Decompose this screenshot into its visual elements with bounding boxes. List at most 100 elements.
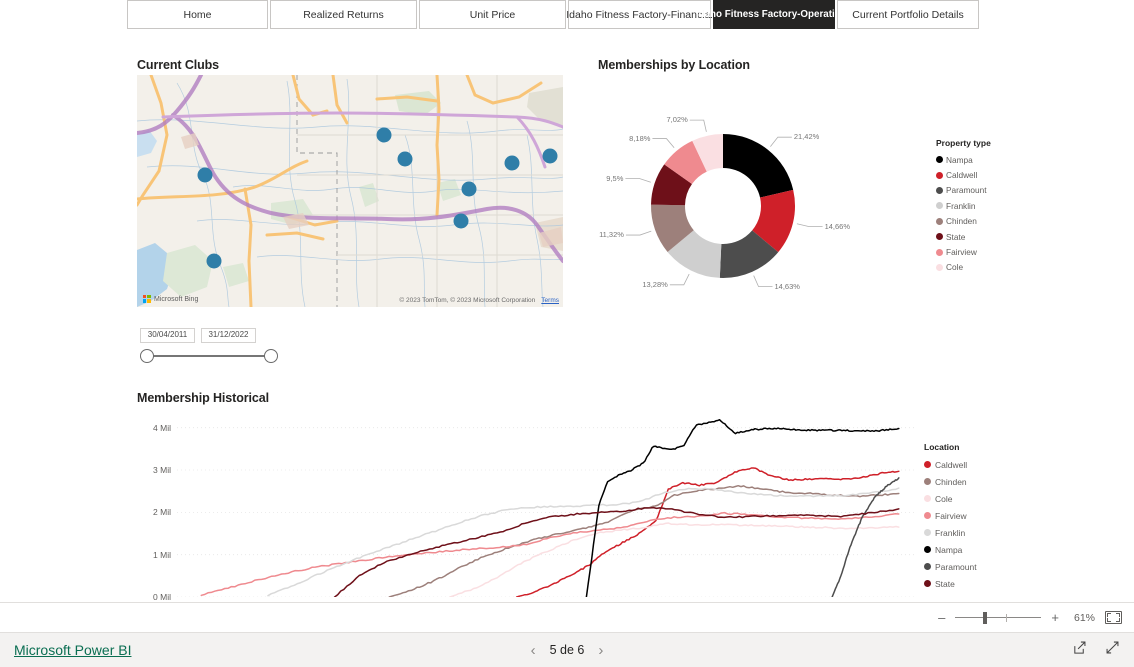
- map-marker[interactable]: [461, 181, 477, 197]
- legend-swatch-icon: [936, 202, 943, 210]
- y-axis-tick-label: 2 Mil: [153, 507, 171, 518]
- donut-leader-line: [625, 230, 652, 236]
- status-bar: – + 61%: [0, 602, 1134, 632]
- zoom-out-button[interactable]: –: [938, 611, 945, 624]
- line-legend-item[interactable]: Paramount: [924, 558, 977, 575]
- line-legend-title: Location: [924, 442, 960, 452]
- donut-legend-label: Franklin: [946, 200, 976, 211]
- share-icon[interactable]: [1072, 640, 1087, 660]
- legend-swatch-icon: [924, 495, 931, 502]
- footer-actions: [1072, 640, 1120, 660]
- donut-legend-item[interactable]: Cole: [936, 260, 991, 275]
- memberships-by-location-donut[interactable]: 21,42% 14,66% 14,63% 13,28% 11,32% 9,5% 8,18% 7…: [598, 108, 928, 308]
- donut-legend-label: Caldwell: [946, 170, 978, 181]
- donut-leader-line: [669, 273, 690, 286]
- legend-swatch-icon: [924, 563, 931, 570]
- map-attribution-text: © 2023 TomTom, © 2023 Microsoft Corporat…: [399, 297, 536, 304]
- donut-legend-item[interactable]: Nampa: [936, 152, 991, 167]
- map-terms-link[interactable]: Terms: [541, 297, 559, 304]
- line-legend-label: State: [935, 578, 955, 589]
- tab-home[interactable]: Home: [127, 0, 268, 29]
- donut-legend-item[interactable]: Chinden: [936, 214, 991, 229]
- map-marker[interactable]: [197, 167, 213, 183]
- legend-swatch-icon: [936, 233, 943, 241]
- donut-value-label: 14,63%: [774, 281, 800, 291]
- line-legend-label: Fairview: [935, 510, 967, 521]
- slicer-end-date[interactable]: 31/12/2022: [201, 328, 256, 343]
- report-canvas: Current Clubs Microsoft Bing © 2023 TomT…: [0, 30, 1134, 623]
- map-marker[interactable]: [542, 148, 558, 164]
- zoom-slider-thumb[interactable]: [983, 611, 988, 624]
- donut-legend-item[interactable]: Fairview: [936, 244, 991, 259]
- map-attribution: © 2023 TomTom, © 2023 Microsoft Corporat…: [399, 297, 559, 304]
- line-series[interactable]: [267, 487, 900, 597]
- tab-label: Unit Price: [469, 8, 516, 21]
- map-marker[interactable]: [376, 127, 392, 143]
- donut-legend-item[interactable]: Paramount: [936, 183, 991, 198]
- slicer-handle-start[interactable]: [140, 349, 154, 363]
- line-series[interactable]: [585, 418, 900, 597]
- slicer-start-date[interactable]: 30/04/2011: [140, 328, 195, 343]
- slicer-track[interactable]: [147, 355, 271, 357]
- bing-logo: Microsoft Bing: [143, 295, 198, 303]
- line-legend-item[interactable]: Fairview: [924, 507, 977, 524]
- tab-idaho-fitness-factory-financial[interactable]: Idaho Fitness Factory-Financial: [566, 0, 713, 29]
- donut-leader-line: [652, 138, 675, 149]
- donut-value-label: 14,66%: [824, 221, 850, 231]
- tab-realized-returns[interactable]: Realized Returns: [270, 0, 417, 29]
- donut-legend-item[interactable]: State: [936, 229, 991, 244]
- y-axis-tick-label: 4 Mil: [153, 422, 171, 433]
- tab-label: Current Portfolio Details: [852, 8, 964, 21]
- map-marker[interactable]: [453, 213, 469, 229]
- zoom-slider[interactable]: [955, 611, 1042, 625]
- donut-legend-label: State: [946, 231, 966, 242]
- tab-label: Home: [183, 8, 212, 21]
- donut-legend-label: Fairview: [946, 247, 977, 258]
- line-legend-item[interactable]: Caldwell: [924, 456, 977, 473]
- line-series[interactable]: [449, 522, 900, 597]
- line-legend-label: Cole: [935, 493, 953, 504]
- fullscreen-icon[interactable]: [1105, 640, 1120, 660]
- line-legend-item[interactable]: Nampa: [924, 541, 977, 558]
- line-visual-title: Membership Historical: [137, 391, 269, 405]
- donut-legend-item[interactable]: Franklin: [936, 198, 991, 213]
- previous-page-icon[interactable]: ‹: [531, 643, 536, 658]
- power-bi-brand-link[interactable]: Microsoft Power BI: [14, 642, 131, 658]
- next-page-icon[interactable]: ›: [598, 643, 603, 658]
- slicer-handle-end[interactable]: [264, 349, 278, 363]
- line-legend-label: Chinden: [935, 476, 967, 487]
- map-marker[interactable]: [504, 155, 520, 171]
- zoom-slider-tick: [1006, 613, 1008, 622]
- current-clubs-map[interactable]: Microsoft Bing © 2023 TomTom, © 2023 Mic…: [137, 75, 563, 307]
- line-legend-item[interactable]: Chinden: [924, 473, 977, 490]
- legend-swatch-icon: [936, 217, 943, 225]
- line-series[interactable]: [333, 506, 900, 597]
- donut-slice[interactable]: [723, 134, 794, 198]
- line-legend-label: Caldwell: [935, 459, 968, 470]
- line-legend-item[interactable]: Franklin: [924, 524, 977, 541]
- page-indicator: 5 de 6: [549, 643, 585, 657]
- map-marker[interactable]: [397, 151, 413, 167]
- fit-to-page-icon[interactable]: [1105, 611, 1122, 624]
- tab-current-portfolio-details[interactable]: Current Portfolio Details: [837, 0, 979, 29]
- bing-logo-label: Microsoft Bing: [154, 295, 199, 303]
- donut-legend-label: Cole: [946, 262, 964, 273]
- zoom-slider-track: [955, 617, 1042, 618]
- donut-legend: Property type Nampa Caldwell Paramount Fran…: [936, 138, 991, 275]
- donut-legend-item[interactable]: Caldwell: [936, 167, 991, 182]
- legend-swatch-icon: [936, 248, 943, 256]
- tab-label: Idaho Fitness Factory-Operations: [695, 9, 853, 20]
- donut-value-label: 9,5%: [606, 173, 624, 183]
- tab-idaho-fitness-factory-operations[interactable]: Idaho Fitness Factory-Operations: [696, 0, 852, 29]
- line-legend-item[interactable]: State: [924, 575, 977, 592]
- donut-leader-line: [770, 136, 792, 147]
- tab-unit-price[interactable]: Unit Price: [419, 0, 566, 29]
- map-marker[interactable]: [206, 253, 222, 269]
- membership-historical-chart[interactable]: 0 Mil1 Mil2 Mil3 Mil4 Mil 20122014201620…: [137, 415, 927, 623]
- date-range-slicer[interactable]: 30/04/2011 31/12/2022: [140, 328, 320, 368]
- donut-leader-line: [689, 119, 707, 132]
- zoom-in-button[interactable]: +: [1051, 611, 1059, 624]
- line-legend-item[interactable]: Cole: [924, 490, 977, 507]
- legend-swatch-icon: [924, 512, 931, 519]
- line-series[interactable]: [200, 511, 900, 597]
